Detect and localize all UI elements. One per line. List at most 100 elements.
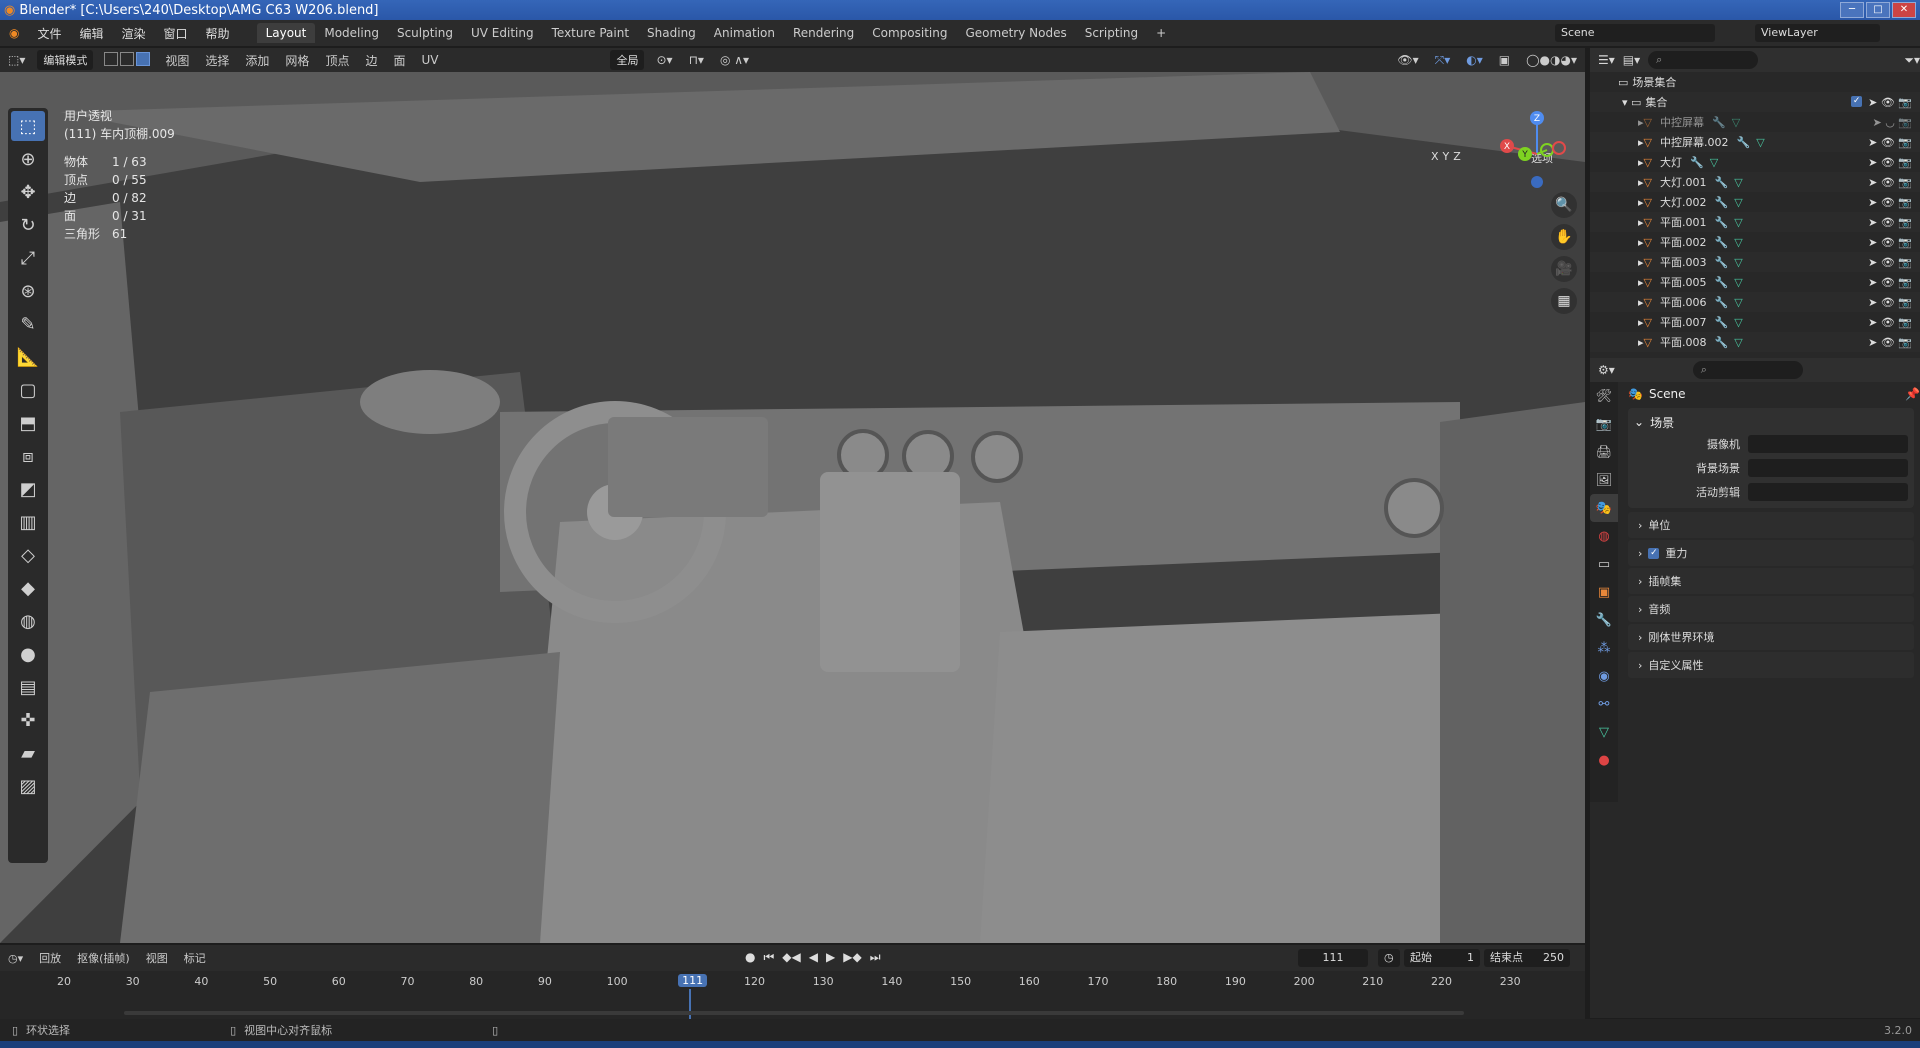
- clock-icon[interactable]: ◷: [1378, 949, 1400, 967]
- rigid-body-world-panel[interactable]: › 刚体世界环境: [1628, 624, 1914, 650]
- filter-icon[interactable]: ⏷▾: [1904, 53, 1920, 68]
- xray-icon[interactable]: ▣: [1491, 53, 1518, 67]
- scale-icon[interactable]: ⤢: [11, 243, 45, 273]
- prev-keyframe-icon[interactable]: ◆◀: [782, 950, 800, 965]
- tab-texture-paint[interactable]: Texture Paint: [543, 23, 638, 43]
- outliner-item[interactable]: ▸ ▽ 平面.006 🔧 ▽ ➤ 👁 📷: [1590, 292, 1920, 312]
- scene-collection-row[interactable]: ▭ 场景集合: [1590, 72, 1920, 92]
- output-tab-icon[interactable]: 🖨: [1590, 438, 1618, 466]
- tab-compositing[interactable]: Compositing: [863, 23, 956, 43]
- menu-window[interactable]: 窗口: [155, 25, 197, 42]
- particles-tab-icon[interactable]: ⁂: [1590, 634, 1618, 662]
- outliner-item[interactable]: ▸ ▽ 平面.002 🔧 ▽ ➤ 👁 📷: [1590, 232, 1920, 252]
- maximize-button[interactable]: □: [1866, 2, 1890, 18]
- add-cube-icon[interactable]: ▢: [11, 375, 45, 405]
- scene-tab-icon[interactable]: 🎭: [1590, 494, 1618, 522]
- outliner-editor-icon[interactable]: ☰▾: [1598, 53, 1615, 67]
- record-icon[interactable]: ●: [745, 950, 755, 965]
- pan-hand-icon[interactable]: ✋: [1551, 224, 1577, 250]
- audio-panel[interactable]: › 音频: [1628, 596, 1914, 622]
- world-tab-icon[interactable]: ◍: [1590, 522, 1618, 550]
- menu-face[interactable]: 面: [385, 52, 413, 69]
- properties-editor-icon[interactable]: ⚙▾: [1598, 363, 1615, 377]
- menu-vertex[interactable]: 顶点: [317, 52, 357, 69]
- extrude-icon[interactable]: ⬒: [11, 408, 45, 438]
- edge-slide-icon[interactable]: ▤: [11, 672, 45, 702]
- timeline-editor-icon[interactable]: ◷▾: [0, 952, 31, 965]
- outliner-item[interactable]: ▸ ▽ 大灯 🔧 ▽ ➤ 👁 📷: [1590, 152, 1920, 172]
- play-icon[interactable]: ▶: [826, 950, 835, 965]
- timeline[interactable]: 2030405060708090100110120130140150160170…: [0, 971, 1585, 1019]
- units-panel[interactable]: › 单位: [1628, 512, 1914, 538]
- collection-tab-icon[interactable]: ▭: [1590, 550, 1618, 578]
- keying-sets-panel[interactable]: › 插帧集: [1628, 568, 1914, 594]
- collection-row[interactable]: ▾ ▭ 集合 ✓ ➤ 👁 📷: [1590, 92, 1920, 112]
- editor-type-icon[interactable]: ⬚▾: [0, 53, 33, 67]
- add-workspace-button[interactable]: +: [1147, 23, 1175, 43]
- play-reverse-icon[interactable]: ◀: [809, 950, 818, 965]
- tab-layout[interactable]: Layout: [256, 23, 316, 43]
- blender-menu-icon[interactable]: ◉: [0, 26, 28, 40]
- inset-icon[interactable]: ⧈: [11, 441, 45, 471]
- jump-end-icon[interactable]: ⏭: [870, 950, 881, 965]
- outliner-item[interactable]: ▸ ▽ 平面.008 🔧 ▽ ➤ 👁 📷: [1590, 332, 1920, 352]
- face-select-icon[interactable]: [136, 51, 151, 66]
- poly-build-icon[interactable]: ◆: [11, 573, 45, 603]
- render-tab-icon[interactable]: 📷: [1590, 410, 1618, 438]
- close-button[interactable]: ✕: [1892, 2, 1916, 18]
- menu-render[interactable]: 渲染: [113, 25, 155, 42]
- pin-icon[interactable]: 📌: [1905, 387, 1920, 401]
- collection-checkbox[interactable]: ✓: [1851, 95, 1863, 107]
- ortho-grid-icon[interactable]: ▦: [1551, 288, 1577, 314]
- tab-uv-editing[interactable]: UV Editing: [462, 23, 543, 43]
- camera-field[interactable]: [1748, 435, 1908, 453]
- menu-file[interactable]: 文件: [28, 25, 70, 42]
- view-layer-tab-icon[interactable]: 🖼: [1590, 466, 1618, 494]
- menu-timeline-view[interactable]: 视图: [138, 950, 176, 966]
- view-layer-selector[interactable]: ViewLayer: [1755, 24, 1880, 42]
- transform-icon[interactable]: ⊛: [11, 276, 45, 306]
- outliner-item[interactable]: ▸ ▽ 中控屏幕 🔧 ▽ ➤ ◡ 📷: [1590, 112, 1920, 132]
- outliner-item[interactable]: ▸ ▽ 平面.001 🔧 ▽ ➤ 👁 📷: [1590, 212, 1920, 232]
- select-box-icon[interactable]: ⬚: [11, 111, 45, 141]
- playhead[interactable]: 111: [678, 974, 708, 987]
- next-keyframe-icon[interactable]: ▶◆: [843, 950, 861, 965]
- constraints-tab-icon[interactable]: ⚯: [1590, 690, 1618, 718]
- outliner-item[interactable]: ▸ ▽ 大灯.001 🔧 ▽ ➤ 👁 📷: [1590, 172, 1920, 192]
- minimize-button[interactable]: ─: [1840, 2, 1864, 18]
- pivot-icon[interactable]: ⊙▾: [648, 53, 680, 67]
- background-scene-field[interactable]: [1748, 459, 1908, 477]
- menu-uv[interactable]: UV: [413, 53, 446, 67]
- menu-edge[interactable]: 边: [357, 52, 385, 69]
- smooth-icon[interactable]: ●: [11, 639, 45, 669]
- menu-marker[interactable]: 标记: [176, 950, 214, 966]
- outliner-item[interactable]: ▸ ▽ 平面.005 🔧 ▽ ➤ 👁 📷: [1590, 272, 1920, 292]
- tab-modeling[interactable]: Modeling: [315, 23, 388, 43]
- overlay-toggle-icon[interactable]: ◐▾: [1458, 53, 1491, 67]
- scene-subpanel-header[interactable]: ⌄ 场景: [1628, 412, 1914, 432]
- modifier-tab-icon[interactable]: 🔧: [1590, 606, 1618, 634]
- menu-playback[interactable]: 回放: [31, 950, 69, 966]
- properties-search-input[interactable]: ⌕: [1692, 361, 1803, 379]
- zoom-icon[interactable]: 🔍: [1551, 192, 1577, 218]
- mirror-x-button[interactable]: X: [1431, 150, 1439, 163]
- outliner-search-input[interactable]: ⌕: [1648, 51, 1759, 69]
- data-tab-icon[interactable]: ▽: [1590, 718, 1618, 746]
- rotate-icon[interactable]: ↻: [11, 210, 45, 240]
- active-clip-field[interactable]: [1748, 483, 1908, 501]
- menu-select[interactable]: 选择: [197, 52, 237, 69]
- 3d-viewport[interactable]: X Y Z 选项: [0, 72, 1585, 943]
- shear-icon[interactable]: ▰: [11, 738, 45, 768]
- gizmo-toggle-icon[interactable]: ⤧▾: [1427, 53, 1459, 68]
- start-frame-field[interactable]: 起始 1: [1404, 949, 1480, 967]
- outliner-item[interactable]: ▸ ▽ 中控屏幕.002 🔧 ▽ ➤ 👁 📷: [1590, 132, 1920, 152]
- navigation-gizmo[interactable]: Z X Y: [1497, 110, 1577, 190]
- menu-edit[interactable]: 编辑: [71, 25, 113, 42]
- bevel-icon[interactable]: ◩: [11, 474, 45, 504]
- gravity-checkbox[interactable]: ✓: [1648, 547, 1660, 559]
- end-frame-field[interactable]: 结束点 250: [1484, 949, 1570, 967]
- outliner-item[interactable]: ▸ ▽ 平面.003 🔧 ▽ ➤ 👁 📷: [1590, 252, 1920, 272]
- shading-modes-icon[interactable]: ◯●◑◕▾: [1518, 53, 1585, 67]
- loop-cut-icon[interactable]: ▥: [11, 507, 45, 537]
- tab-scripting[interactable]: Scripting: [1076, 23, 1147, 43]
